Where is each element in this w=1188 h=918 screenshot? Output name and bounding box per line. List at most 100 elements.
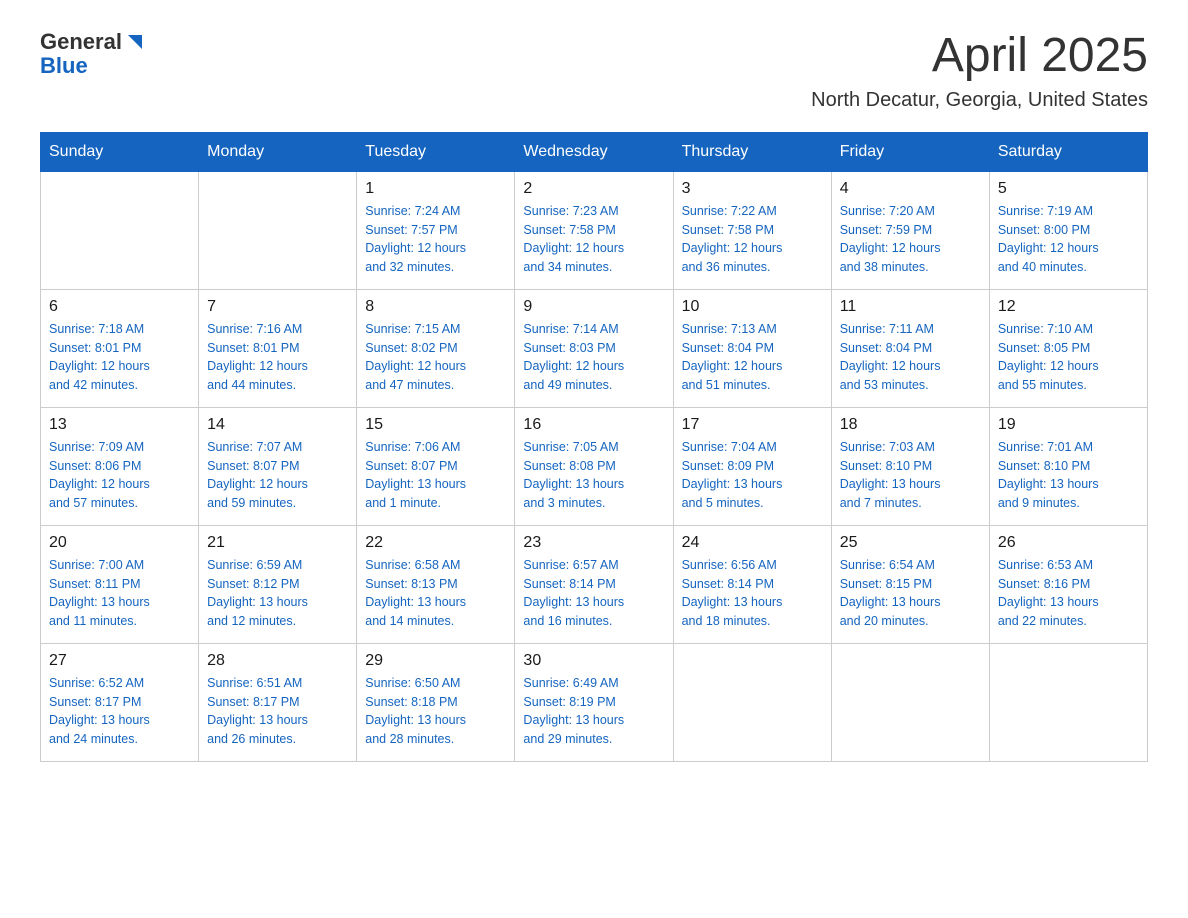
calendar-week-row: 27 Sunrise: 6:52 AM Sunset: 8:17 PM Dayli… [41,643,1148,761]
day-info: Sunrise: 7:04 AM Sunset: 8:09 PM Dayligh… [682,438,823,513]
calendar-cell: 25 Sunrise: 6:54 AM Sunset: 8:15 PM Dayli… [831,525,989,643]
calendar-cell: 7 Sunrise: 7:16 AM Sunset: 8:01 PM Daylig… [199,289,357,407]
calendar-cell [989,643,1147,761]
weekday-header-wednesday: Wednesday [515,132,673,171]
day-number: 26 [998,534,1139,552]
calendar-cell: 3Sunrise: 7:22 AM Sunset: 7:58 PM Daylig… [673,171,831,289]
calendar-cell: 5 Sunrise: 7:19 AM Sunset: 8:00 PM Daylig… [989,171,1147,289]
day-info: Sunrise: 7:07 AM Sunset: 8:07 PM Dayligh… [207,438,348,513]
day-number: 20 [49,534,190,552]
calendar-week-row: 1Sunrise: 7:24 AM Sunset: 7:57 PM Daylig… [41,171,1148,289]
calendar-cell: 22 Sunrise: 6:58 AM Sunset: 8:13 PM Dayli… [357,525,515,643]
calendar-cell: 9 Sunrise: 7:14 AM Sunset: 8:03 PM Daylig… [515,289,673,407]
weekday-header-tuesday: Tuesday [357,132,515,171]
calendar-cell: 10 Sunrise: 7:13 AM Sunset: 8:04 PM Dayli… [673,289,831,407]
day-info: Sunrise: 6:52 AM Sunset: 8:17 PM Dayligh… [49,674,190,749]
calendar-cell: 15 Sunrise: 7:06 AM Sunset: 8:07 PM Dayli… [357,407,515,525]
location-subtitle: North Decatur, Georgia, United States [811,89,1148,112]
day-info: Sunrise: 7:06 AM Sunset: 8:07 PM Dayligh… [365,438,506,513]
day-number: 7 [207,298,348,316]
calendar-cell: 29 Sunrise: 6:50 AM Sunset: 8:18 PM Dayli… [357,643,515,761]
day-number: 19 [998,416,1139,434]
day-number: 21 [207,534,348,552]
day-info: Sunrise: 6:56 AM Sunset: 8:14 PM Dayligh… [682,556,823,631]
day-number: 1 [365,180,506,198]
day-info: Sunrise: 7:01 AM Sunset: 8:10 PM Dayligh… [998,438,1139,513]
calendar-cell: 28 Sunrise: 6:51 AM Sunset: 8:17 PM Dayli… [199,643,357,761]
calendar-cell: 2 Sunrise: 7:23 AM Sunset: 7:58 PM Daylig… [515,171,673,289]
calendar-cell: 14 Sunrise: 7:07 AM Sunset: 8:07 PM Dayli… [199,407,357,525]
day-number: 9 [523,298,664,316]
day-number: 27 [49,652,190,670]
day-number: 16 [523,416,664,434]
day-info: Sunrise: 7:23 AM Sunset: 7:58 PM Dayligh… [523,202,664,277]
day-number: 12 [998,298,1139,316]
day-number: 2 [523,180,664,198]
calendar-cell: 12Sunrise: 7:10 AM Sunset: 8:05 PM Dayli… [989,289,1147,407]
month-title: April 2025 [811,30,1148,83]
day-info: Sunrise: 7:15 AM Sunset: 8:02 PM Dayligh… [365,320,506,395]
day-info: Sunrise: 6:49 AM Sunset: 8:19 PM Dayligh… [523,674,664,749]
day-info: Sunrise: 6:59 AM Sunset: 8:12 PM Dayligh… [207,556,348,631]
logo-general: General [40,30,122,54]
day-number: 5 [998,180,1139,198]
weekday-header-thursday: Thursday [673,132,831,171]
calendar-cell: 6Sunrise: 7:18 AM Sunset: 8:01 PM Daylig… [41,289,199,407]
day-number: 28 [207,652,348,670]
calendar-cell [673,643,831,761]
day-info: Sunrise: 6:53 AM Sunset: 8:16 PM Dayligh… [998,556,1139,631]
day-info: Sunrise: 7:13 AM Sunset: 8:04 PM Dayligh… [682,320,823,395]
calendar-cell: 24 Sunrise: 6:56 AM Sunset: 8:14 PM Dayli… [673,525,831,643]
day-number: 23 [523,534,664,552]
calendar-cell: 17 Sunrise: 7:04 AM Sunset: 8:09 PM Dayli… [673,407,831,525]
title-block: April 2025 North Decatur, Georgia, Unite… [811,30,1148,112]
calendar-cell: 4Sunrise: 7:20 AM Sunset: 7:59 PM Daylig… [831,171,989,289]
day-number: 14 [207,416,348,434]
calendar-week-row: 13Sunrise: 7:09 AM Sunset: 8:06 PM Dayli… [41,407,1148,525]
day-info: Sunrise: 7:18 AM Sunset: 8:01 PM Dayligh… [49,320,190,395]
weekday-header-monday: Monday [199,132,357,171]
calendar-cell [831,643,989,761]
weekday-header-sunday: Sunday [41,132,199,171]
day-info: Sunrise: 6:58 AM Sunset: 8:13 PM Dayligh… [365,556,506,631]
page-header: General Blue April 2025 North Decatur, G… [40,30,1148,112]
calendar-cell: 18Sunrise: 7:03 AM Sunset: 8:10 PM Dayli… [831,407,989,525]
day-info: Sunrise: 7:03 AM Sunset: 8:10 PM Dayligh… [840,438,981,513]
day-info: Sunrise: 6:50 AM Sunset: 8:18 PM Dayligh… [365,674,506,749]
day-number: 25 [840,534,981,552]
day-info: Sunrise: 7:19 AM Sunset: 8:00 PM Dayligh… [998,202,1139,277]
day-number: 24 [682,534,823,552]
logo-triangle-icon [124,31,146,53]
day-number: 17 [682,416,823,434]
day-number: 22 [365,534,506,552]
day-info: Sunrise: 7:14 AM Sunset: 8:03 PM Dayligh… [523,320,664,395]
calendar-cell: 8 Sunrise: 7:15 AM Sunset: 8:02 PM Daylig… [357,289,515,407]
day-number: 15 [365,416,506,434]
day-number: 3 [682,180,823,198]
calendar-week-row: 20 Sunrise: 7:00 AM Sunset: 8:11 PM Dayli… [41,525,1148,643]
calendar-cell: 16Sunrise: 7:05 AM Sunset: 8:08 PM Dayli… [515,407,673,525]
day-number: 8 [365,298,506,316]
weekday-header-row: SundayMondayTuesdayWednesdayThursdayFrid… [41,132,1148,171]
day-info: Sunrise: 6:51 AM Sunset: 8:17 PM Dayligh… [207,674,348,749]
weekday-header-saturday: Saturday [989,132,1147,171]
calendar-cell: 30 Sunrise: 6:49 AM Sunset: 8:19 PM Dayli… [515,643,673,761]
day-info: Sunrise: 6:54 AM Sunset: 8:15 PM Dayligh… [840,556,981,631]
weekday-header-friday: Friday [831,132,989,171]
calendar-week-row: 6Sunrise: 7:18 AM Sunset: 8:01 PM Daylig… [41,289,1148,407]
day-info: Sunrise: 7:16 AM Sunset: 8:01 PM Dayligh… [207,320,348,395]
calendar-cell: 13Sunrise: 7:09 AM Sunset: 8:06 PM Dayli… [41,407,199,525]
day-number: 4 [840,180,981,198]
day-number: 10 [682,298,823,316]
calendar-cell: 27 Sunrise: 6:52 AM Sunset: 8:17 PM Dayli… [41,643,199,761]
calendar-cell: 11Sunrise: 7:11 AM Sunset: 8:04 PM Dayli… [831,289,989,407]
calendar-cell: 20 Sunrise: 7:00 AM Sunset: 8:11 PM Dayli… [41,525,199,643]
day-number: 30 [523,652,664,670]
calendar-cell: 21 Sunrise: 6:59 AM Sunset: 8:12 PM Dayli… [199,525,357,643]
logo: General Blue [40,30,148,78]
day-info: Sunrise: 7:00 AM Sunset: 8:11 PM Dayligh… [49,556,190,631]
calendar-cell: 23Sunrise: 6:57 AM Sunset: 8:14 PM Dayli… [515,525,673,643]
calendar-cell [41,171,199,289]
day-number: 29 [365,652,506,670]
logo-wordmark: General Blue [40,30,148,78]
